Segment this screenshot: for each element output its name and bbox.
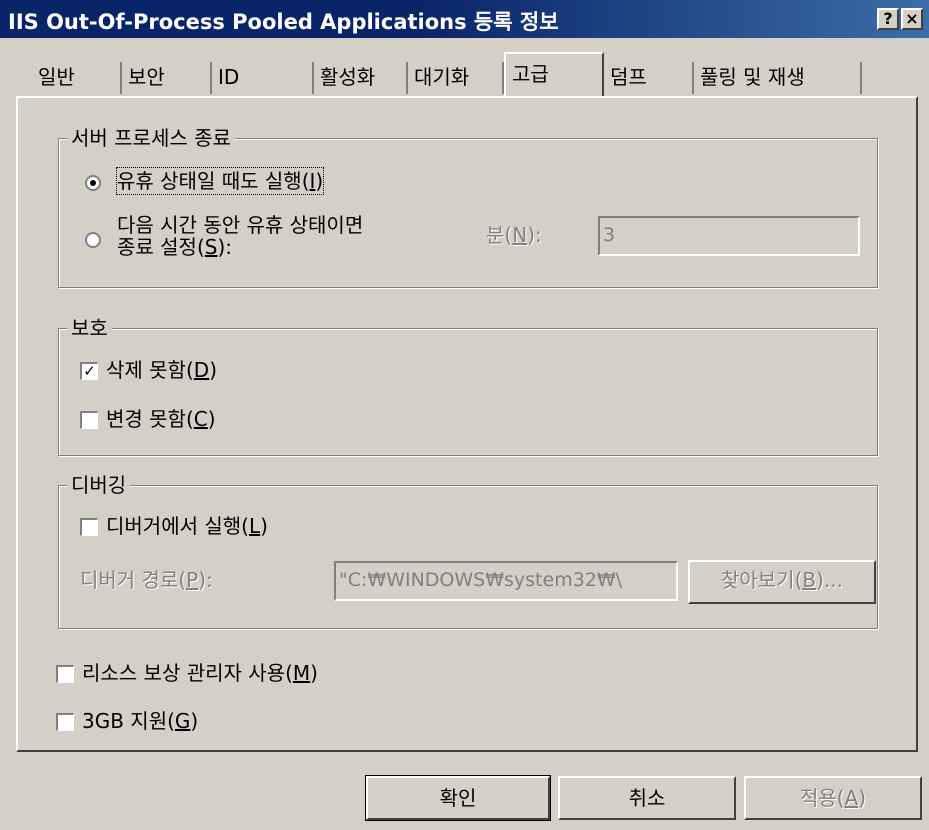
no-change-accel: C [193,407,208,431]
resource-dispenser-checkbox[interactable] [56,665,74,683]
run-in-debugger-label[interactable]: 디버거에서 실행(L) [106,513,268,539]
tab-advanced[interactable]: 고급 [504,52,604,96]
debugger-path-label: 디버거 경로(P): [80,568,213,592]
shutdown-after-idle-radio[interactable] [85,232,101,248]
support-3gb-accel: G [174,709,191,733]
shutdown-accel: S [204,235,218,259]
tab-strip: 일반 보안 ID 활성화 대기화 고급 덤프 풀링 및 재생 [0,44,929,106]
support-3gb-checkbox[interactable] [56,713,74,731]
apply-accel: A [844,786,859,810]
shutdown-line2: 종료 설정 [117,235,197,259]
apply-text: 적용 [799,786,837,810]
cancel-button[interactable]: 취소 [558,776,736,820]
run-in-debugger-checkbox[interactable] [80,518,98,536]
tab-general[interactable]: 일반 [32,62,122,94]
shutdown-line1: 다음 시간 동안 유휴 상태이면 [117,213,364,237]
minutes-input[interactable]: 3 [598,216,860,256]
idle-run-radio[interactable] [85,175,101,191]
server-shutdown-legend: 서버 프로세스 종료 [67,124,235,152]
run-in-debugger-accel: L [248,514,261,538]
run-in-debugger-text: 디버거에서 실행 [106,514,242,538]
minutes-text: 분 [486,223,505,247]
minutes-accel: N [512,223,528,247]
tab-identity[interactable]: ID [212,62,314,94]
minutes-label: 분(N): [486,223,542,247]
browse-accel: B [802,568,817,592]
support-3gb-label[interactable]: 3GB 지원(G) [82,708,198,734]
window-title: IIS Out-Of-Process Pooled Applications 등… [8,10,559,34]
close-icon[interactable]: × [901,8,923,30]
no-delete-label[interactable]: 삭제 못함(D) [106,357,217,383]
ok-button[interactable]: 확인 [365,775,551,821]
no-change-label[interactable]: 변경 못함(C) [106,406,216,432]
support-3gb-text: 3GB 지원 [82,709,168,733]
tab-activation[interactable]: 활성화 [314,62,408,94]
tab-security[interactable]: 보안 [122,62,212,94]
no-delete-accel: D [193,358,210,382]
help-icon[interactable]: ? [877,8,899,30]
idle-run-accel: I [309,169,316,193]
debugging-legend: 디버깅 [67,471,131,499]
debugging-group: 디버깅 [58,471,878,629]
idle-run-text: 유휴 상태일 때도 실행 [117,169,302,193]
debugger-path-accel: P [186,568,199,592]
apply-button[interactable]: 적용(A) [744,776,922,820]
browse-text: 찾아보기 [720,568,795,592]
browse-suffix: ... [823,568,844,592]
tab-queuing[interactable]: 대기화 [408,62,504,94]
tab-dump[interactable]: 덤프 [604,62,694,94]
no-delete-text: 삭제 못함 [106,358,186,382]
tab-pooling-recycling[interactable]: 풀링 및 재생 [694,62,862,94]
protection-group: 보호 [58,314,878,456]
debugger-path-text: 디버거 경로 [80,568,179,592]
protection-legend: 보호 [67,314,112,342]
no-change-text: 변경 못함 [106,407,186,431]
debugger-path-input[interactable]: "C:₩WINDOWS₩system32₩\ [334,561,678,601]
shutdown-after-idle-label[interactable]: 다음 시간 동안 유휴 상태이면 종료 설정(S): [117,214,363,258]
title-bar: IIS Out-Of-Process Pooled Applications 등… [0,0,929,38]
resource-dispenser-accel: M [292,661,311,685]
resource-dispenser-label[interactable]: 리소스 보상 관리자 사용(M) [82,660,318,686]
resource-dispenser-text: 리소스 보상 관리자 사용 [82,661,286,685]
browse-button[interactable]: 찾아보기(B)... [688,560,876,604]
idle-run-label[interactable]: 유휴 상태일 때도 실행(I) [115,167,325,195]
no-delete-checkbox[interactable]: ✓ [80,362,98,380]
no-change-checkbox[interactable] [80,411,98,429]
